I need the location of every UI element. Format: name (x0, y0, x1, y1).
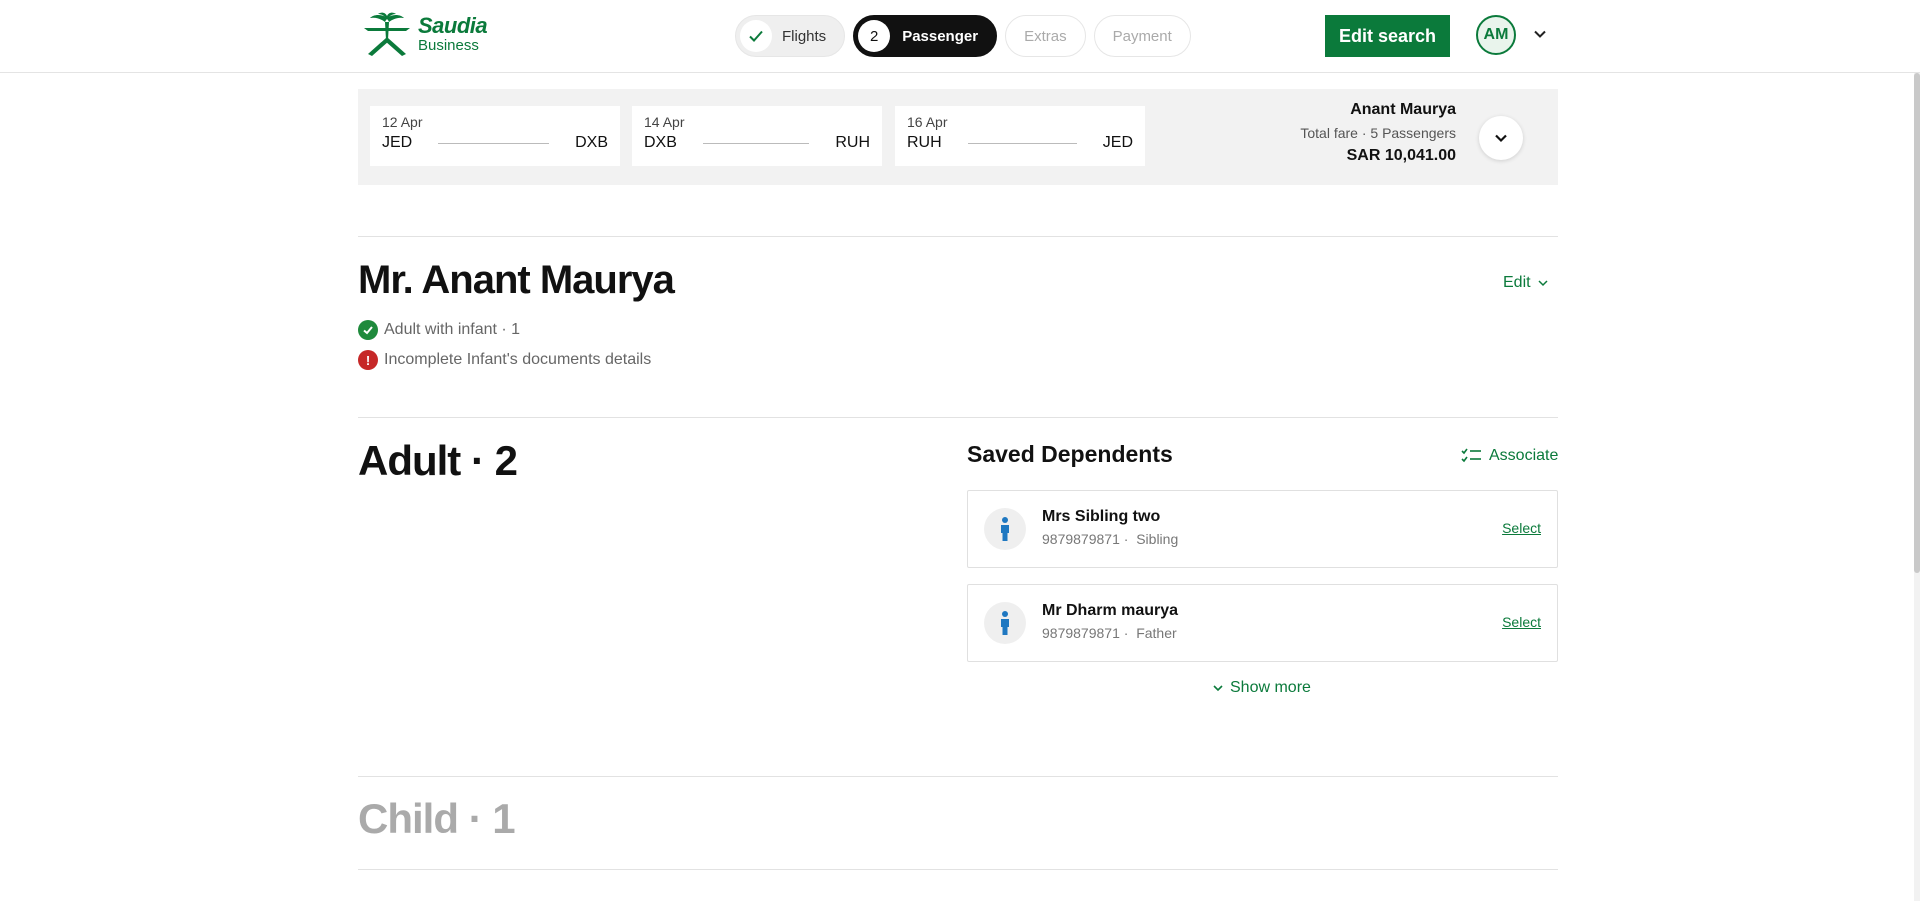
segment-origin: RUH (907, 134, 942, 151)
scrollbar-thumb[interactable] (1914, 73, 1920, 573)
fare-amount: SAR 10,041.00 (1346, 147, 1456, 164)
person-icon (984, 508, 1026, 550)
divider (358, 417, 1558, 418)
divider (358, 869, 1558, 870)
associate-label: Associate (1489, 447, 1559, 464)
dependent-phone: 9879879871 · (1042, 531, 1129, 547)
chevron-down-icon[interactable] (1532, 26, 1548, 42)
chevron-down-icon (1538, 280, 1548, 287)
segment-origin: JED (382, 134, 413, 151)
status-ok-row: Adult with infant · 1 (358, 320, 520, 340)
palm-swords-logo-icon (364, 12, 410, 56)
dependent-phone: 9879879871 · (1042, 625, 1129, 641)
associate-button[interactable]: Associate (1461, 447, 1558, 465)
booking-progress-steps: Flights 2 Passenger Extras Payment (735, 15, 1191, 57)
logo-brand-text: Saudia (418, 13, 488, 38)
checklist-icon (1461, 448, 1481, 463)
step-label: Extras (1024, 27, 1067, 45)
user-avatar[interactable]: AM (1476, 15, 1516, 55)
divider (358, 776, 1558, 777)
segment-destination: JED (1102, 134, 1133, 151)
route-line (967, 142, 1077, 144)
segment-date: 14 Apr (644, 114, 685, 130)
flight-segment-3: 16 Apr RUH JED (895, 106, 1145, 166)
edit-search-button[interactable]: Edit search (1325, 15, 1450, 57)
segment-origin: DXB (644, 134, 677, 151)
adult-section-title: Adult · 2 (358, 437, 518, 484)
select-dependent-link[interactable]: Select (1502, 520, 1541, 536)
chevron-down-icon (1495, 134, 1507, 143)
show-more-button[interactable]: Show more (1212, 679, 1311, 697)
dependent-card: Mr Dharm maurya 9879879871 · Father Sele… (967, 584, 1558, 662)
route-line (438, 142, 550, 144)
error-circle-icon: ! (358, 350, 378, 370)
trip-summary-bar: 12 Apr JED DXB 14 Apr DXB RUH 16 Apr RUH… (358, 89, 1558, 185)
divider (358, 236, 1558, 237)
step-label: Flights (782, 27, 827, 45)
dependent-meta: 9879879871 · Sibling (1042, 531, 1178, 547)
fare-passenger-name: Anant Maurya (1350, 101, 1456, 118)
flight-segment-1: 12 Apr JED DXB (370, 106, 620, 166)
status-error-row: ! Incomplete Infant's documents details (358, 350, 651, 370)
fare-summary: Anant Maurya Total fare · 5 Passengers S… (1300, 101, 1456, 165)
route-line (702, 142, 810, 144)
top-navigation-bar: Saudia Business Flights 2 Passenger Extr… (0, 0, 1920, 73)
show-more-label: Show more (1230, 679, 1311, 696)
edit-label: Edit (1503, 274, 1531, 291)
flight-segment-2: 14 Apr DXB RUH (632, 106, 882, 166)
step-passenger[interactable]: 2 Passenger (853, 15, 998, 57)
dependent-relation: Father (1136, 625, 1177, 641)
segment-destination: DXB (575, 134, 608, 151)
step-number: 2 (858, 20, 891, 52)
check-icon (740, 20, 772, 52)
status-text: Adult with infant · 1 (384, 321, 521, 338)
step-flights[interactable]: Flights (735, 15, 846, 57)
segment-date: 16 Apr (907, 114, 948, 130)
expand-summary-button[interactable] (1479, 116, 1523, 160)
dependent-name: Mr Dharm maurya (1042, 602, 1179, 619)
logo-sub-text: Business (418, 37, 479, 54)
step-payment[interactable]: Payment (1093, 15, 1191, 57)
segment-destination: RUH (835, 134, 870, 151)
person-icon (984, 602, 1026, 644)
step-label: Passenger (902, 27, 979, 45)
child-section-title: Child · 1 (358, 795, 516, 842)
edit-passenger-button[interactable]: Edit (1503, 274, 1549, 292)
saudia-business-logo[interactable]: Saudia Business (358, 12, 498, 56)
fare-subtitle: Total fare · 5 Passengers (1300, 125, 1456, 141)
passenger-name-heading: Mr. Anant Maurya (358, 258, 675, 302)
saved-dependents-title: Saved Dependents (967, 441, 1173, 467)
dependent-name: Mrs Sibling two (1042, 508, 1161, 525)
chevron-down-icon (1213, 685, 1223, 692)
dependent-card: Mrs Sibling two 9879879871 · Sibling Sel… (967, 490, 1558, 568)
step-label: Payment (1112, 27, 1172, 45)
select-dependent-link[interactable]: Select (1502, 614, 1541, 630)
segment-date: 12 Apr (382, 114, 423, 130)
dependent-meta: 9879879871 · Father (1042, 625, 1177, 641)
dependent-relation: Sibling (1136, 531, 1179, 547)
status-text: Incomplete Infant's documents details (384, 351, 652, 368)
check-circle-icon (358, 320, 378, 340)
step-extras[interactable]: Extras (1005, 15, 1086, 57)
